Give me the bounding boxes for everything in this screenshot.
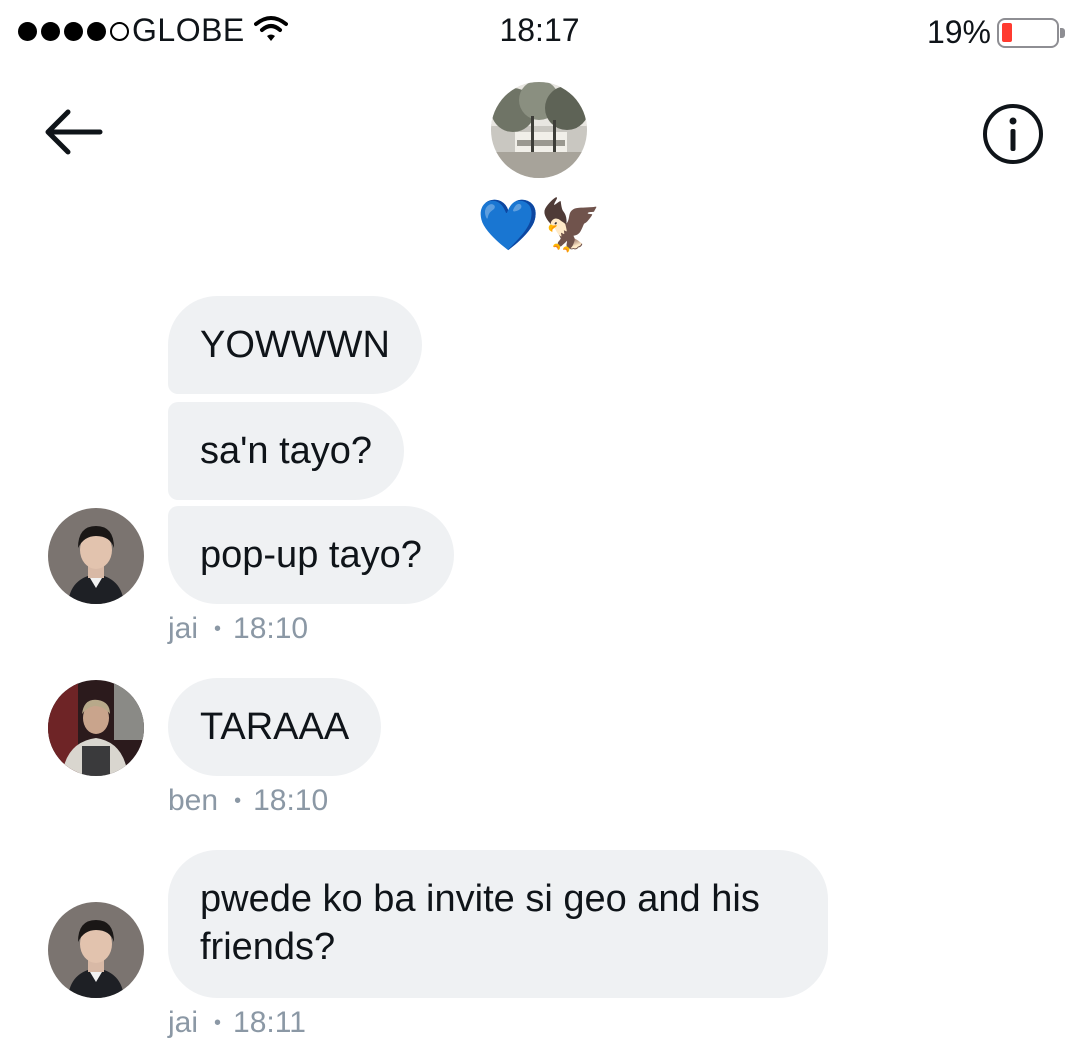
battery-percent: 19% xyxy=(926,14,991,50)
message-meta: ben • 18:10 xyxy=(168,784,328,818)
avatar-jai[interactable] xyxy=(48,508,144,604)
message-bubble[interactable]: TARAAA xyxy=(168,678,382,776)
separator-dot: • xyxy=(234,789,242,812)
message-time: 18:11 xyxy=(233,1006,306,1039)
back-arrow-icon[interactable] xyxy=(40,104,104,160)
sender-name[interactable]: jai xyxy=(168,1006,198,1040)
battery-level xyxy=(1002,23,1012,42)
sender-name[interactable]: ben xyxy=(168,784,218,818)
status-time: 18:17 xyxy=(499,12,580,48)
group-photo-icon xyxy=(491,82,587,178)
separator-dot: • xyxy=(214,617,222,640)
message-bubble[interactable]: pwede ko ba invite si geo and his friend… xyxy=(168,850,828,998)
message-meta: jai • 18:11 xyxy=(168,1006,306,1040)
sender-name[interactable]: jai xyxy=(168,612,198,646)
group-avatar[interactable] xyxy=(491,82,587,178)
avatar-jai[interactable] xyxy=(48,902,144,998)
message-time: 18:10 xyxy=(233,612,309,645)
message-bubble[interactable]: sa'n tayo? xyxy=(168,402,405,500)
group-name[interactable]: 💙🦅 xyxy=(0,190,1079,260)
separator-dot: • xyxy=(214,1011,222,1034)
message-bubble[interactable]: pop-up tayo? xyxy=(168,506,454,604)
message-time: 18:10 xyxy=(253,784,329,817)
avatar-ben[interactable] xyxy=(48,680,144,776)
message-bubble[interactable]: YOWWWN xyxy=(168,296,422,394)
battery-icon xyxy=(997,18,1065,48)
message-meta: jai • 18:10 xyxy=(168,612,308,646)
info-icon[interactable] xyxy=(981,102,1045,166)
status-bar: GLOBE 18:17 19% xyxy=(0,0,1079,62)
